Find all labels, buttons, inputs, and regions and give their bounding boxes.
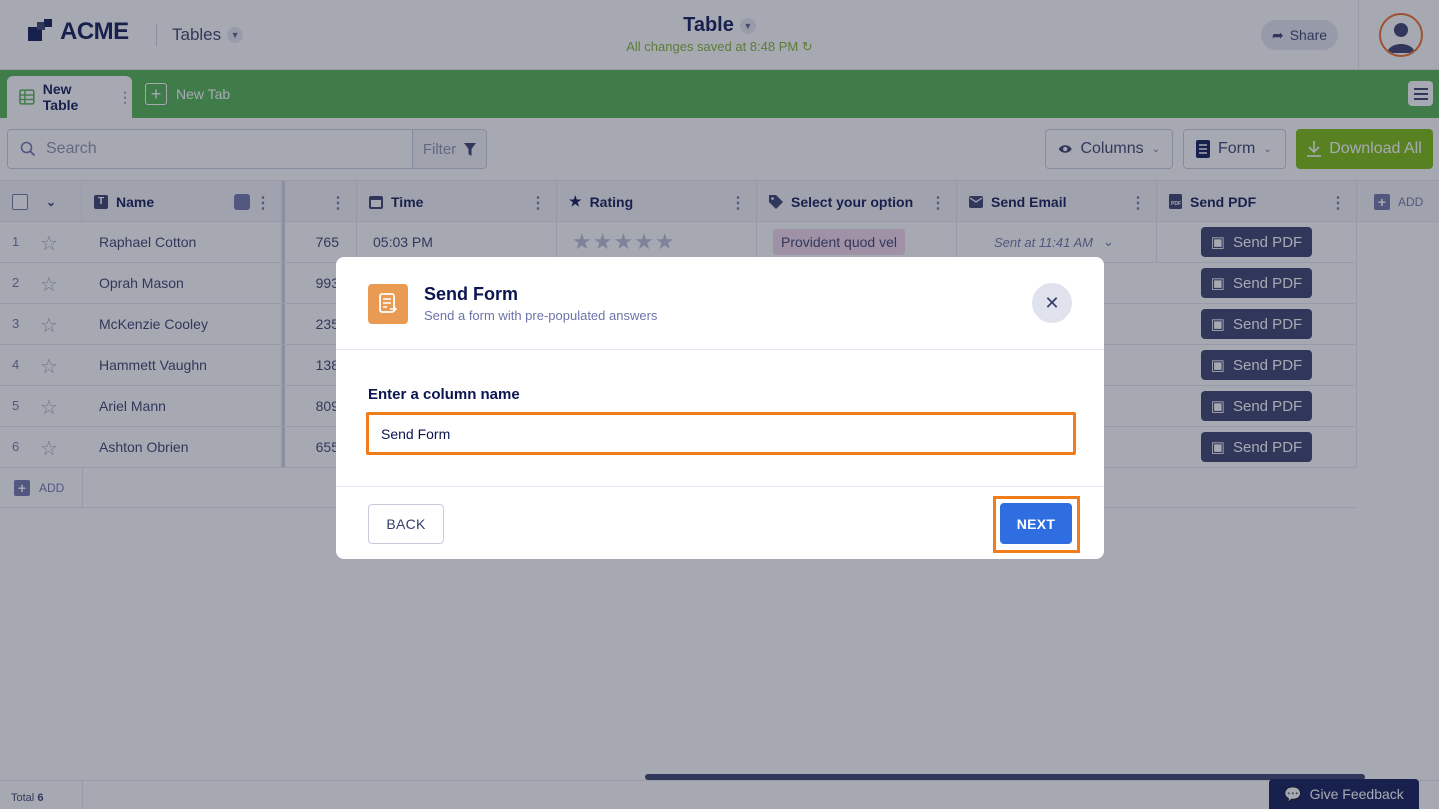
close-icon: ✕ [1044,292,1060,313]
send-form-dialog: Send Form Send a form with pre-populated… [336,257,1104,559]
back-button[interactable]: BACK [368,504,444,544]
form-icon [368,284,408,324]
column-name-label: Enter a column name [368,386,520,403]
close-button[interactable]: ✕ [1032,283,1072,323]
dialog-title: Send Form [424,284,519,304]
dialog-header: Send Form Send a form with pre-populated… [336,257,1104,350]
column-name-input[interactable] [366,412,1076,455]
dialog-subtitle: Send a form with pre-populated answers [424,308,658,323]
next-button[interactable]: NEXT [1000,503,1072,544]
dialog-footer: BACK NEXT [336,486,1104,559]
